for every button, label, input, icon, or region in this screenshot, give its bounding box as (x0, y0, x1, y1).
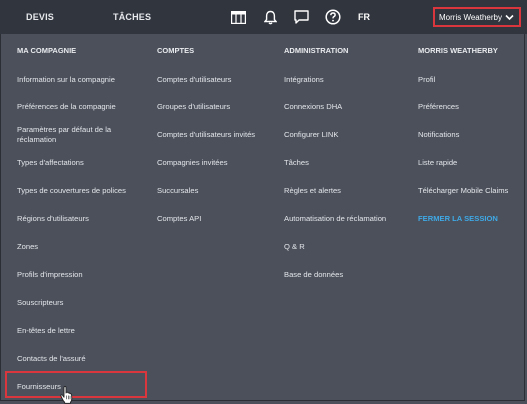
bell-icon[interactable] (261, 8, 279, 26)
column-heading: COMPTES (157, 46, 195, 55)
menu-item[interactable]: Comptes d'utilisateurs (157, 75, 231, 85)
menu-item[interactable]: Comptes d'utilisateurs invités (157, 130, 255, 140)
menu-item[interactable]: Préférences (418, 102, 459, 112)
menu-item[interactable]: Connexions DHA (284, 102, 342, 112)
menu-item[interactable]: Automatisation de réclamation (284, 214, 386, 224)
top-navigation-bar: DEVIS TÂCHES FR Morris Weatherby (0, 0, 527, 34)
column-heading: MA COMPAGNIE (17, 46, 77, 55)
menu-item[interactable]: En-têtes de lettre (17, 326, 75, 336)
highlight-box (5, 371, 147, 398)
menu-item[interactable]: Base de données (284, 270, 343, 280)
user-menu-button[interactable]: Morris Weatherby (433, 7, 521, 27)
menu-item[interactable]: Profil (418, 75, 435, 85)
app-frame (0, 0, 525, 401)
user-name: Morris Weatherby (439, 12, 502, 22)
logout-link[interactable]: FERMER LA SESSION (418, 214, 498, 224)
menu-item[interactable]: Contacts de l'assuré (17, 354, 86, 364)
menu-item[interactable]: Configurer LINK (284, 130, 338, 140)
menu-item[interactable]: Préférences de la compagnie (17, 102, 116, 112)
column-heading: ADMINISTRATION (284, 46, 349, 55)
menu-item[interactable]: Profils d'impression (17, 270, 83, 280)
menu-item[interactable]: Télécharger Mobile Claims (418, 186, 508, 196)
menu-item[interactable]: Tâches (284, 158, 309, 168)
chat-icon[interactable] (292, 8, 310, 26)
menu-item[interactable]: Types de couvertures de polices (17, 186, 126, 196)
menu-item[interactable]: Q & R (284, 242, 305, 252)
menu-item[interactable]: Compagnies invitées (157, 158, 228, 168)
menu-item[interactable]: Types d'affectations (17, 158, 84, 168)
tab-devis[interactable]: DEVIS (26, 12, 54, 22)
menu-item[interactable]: Paramètres par défaut de la réclamation (17, 125, 137, 145)
language-selector[interactable]: FR (358, 12, 370, 22)
menu-item[interactable]: Groupes d'utilisateurs (157, 102, 230, 112)
hand-cursor-icon (60, 386, 73, 404)
menu-item[interactable]: Souscripteurs (17, 298, 63, 308)
grid-icon[interactable] (229, 8, 247, 26)
menu-item[interactable]: Information sur la compagnie (17, 75, 115, 85)
menu-item[interactable]: Règles et alertes (284, 186, 341, 196)
menu-item[interactable]: Liste rapide (418, 158, 457, 168)
menu-item[interactable]: Comptes API (157, 214, 201, 224)
chevron-down-icon (505, 14, 514, 21)
menu-item[interactable]: Intégrations (284, 75, 324, 85)
menu-item[interactable]: Régions d'utilisateurs (17, 214, 89, 224)
column-heading: MORRIS WEATHERBY (418, 46, 498, 55)
tab-taches[interactable]: TÂCHES (113, 12, 151, 22)
menu-item[interactable]: Notifications (418, 130, 459, 140)
menu-item[interactable]: Succursales (157, 186, 198, 196)
menu-item[interactable]: Zones (17, 242, 38, 252)
help-icon[interactable] (324, 8, 342, 26)
